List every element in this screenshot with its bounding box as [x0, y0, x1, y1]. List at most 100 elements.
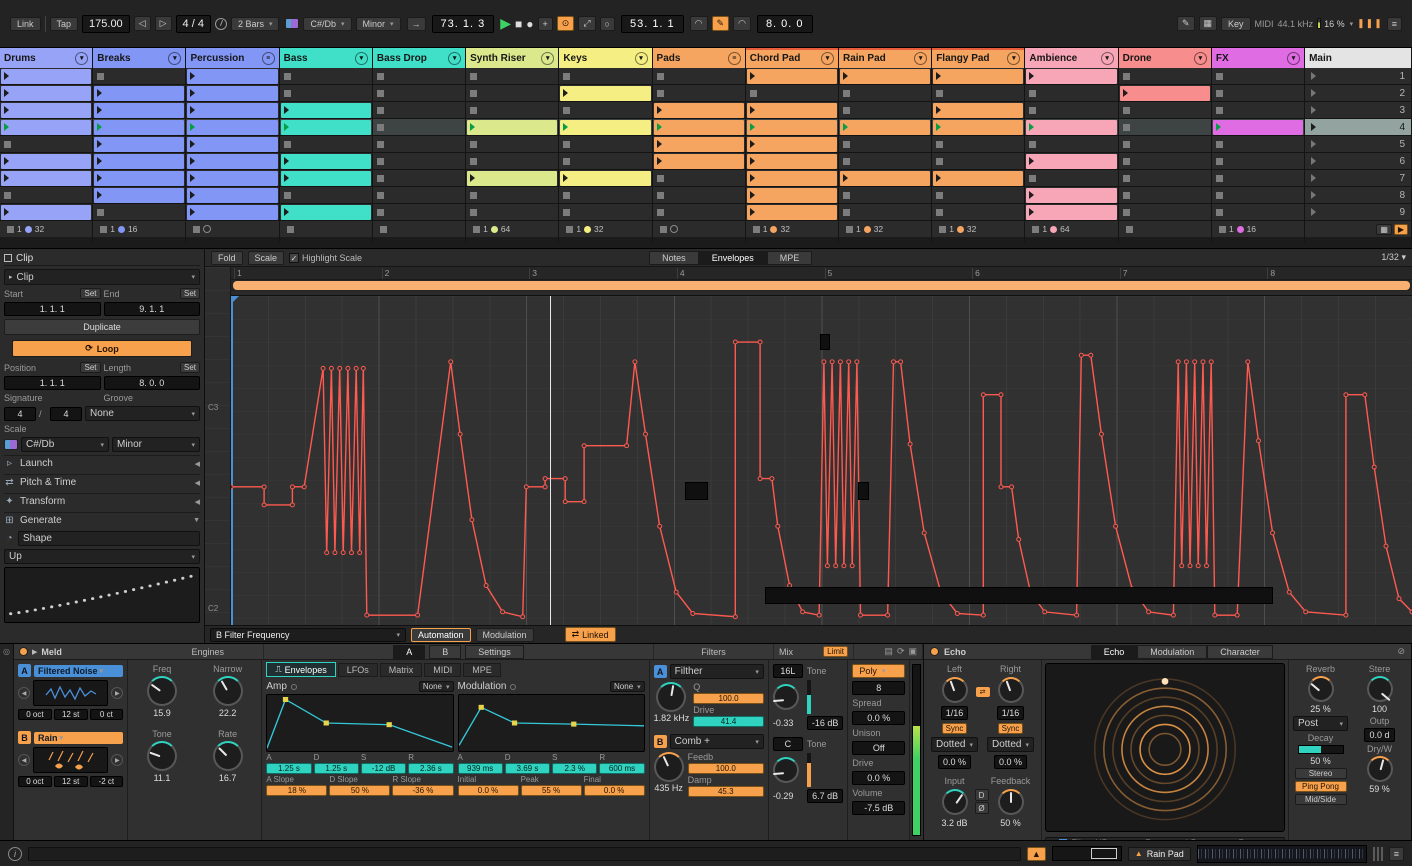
clip-slot[interactable] — [1025, 68, 1118, 85]
poly-mode-selector[interactable]: Poly ▾ — [852, 664, 906, 678]
clip-slot[interactable] — [1118, 85, 1211, 102]
clip-slot[interactable] — [186, 68, 279, 85]
session-clip[interactable] — [746, 170, 837, 186]
clip-slot[interactable] — [372, 85, 466, 102]
track-stop-button[interactable] — [752, 225, 760, 233]
session-clip[interactable] — [187, 68, 278, 84]
session-clip[interactable] — [933, 68, 1024, 84]
phase-invert-button[interactable]: Ø — [974, 802, 989, 814]
track-header[interactable]: Flangy Pad ▾ — [932, 48, 1025, 68]
session-clip[interactable] — [94, 187, 185, 203]
clip-slot[interactable] — [838, 102, 932, 119]
amp-decay-field[interactable]: 1.25 s — [313, 763, 359, 774]
mod-release-field[interactable]: 600 ms — [599, 763, 645, 774]
clip-slot[interactable] — [652, 204, 745, 221]
clip-slot[interactable] — [838, 204, 932, 221]
tab-envelopes[interactable]: Envelopes — [698, 250, 767, 265]
clip-slot[interactable] — [559, 136, 652, 153]
session-clip[interactable] — [746, 187, 837, 203]
session-clip[interactable] — [560, 119, 651, 135]
punch-out-button[interactable]: ◠ — [733, 16, 751, 31]
limit-button[interactable]: Limit — [823, 646, 848, 657]
clip-slot[interactable] — [559, 187, 652, 204]
amp-envelope-graph[interactable] — [266, 694, 454, 752]
chevron-down-icon[interactable]: ▾ — [75, 51, 89, 65]
time-signature-field[interactable]: 4 / 4 — [175, 14, 211, 33]
session-clip[interactable] — [933, 170, 1024, 186]
clip-slot[interactable] — [0, 204, 93, 221]
amp-d-slope-field[interactable]: 50 % — [329, 785, 391, 796]
track-stop-button[interactable] — [566, 225, 574, 233]
mod-peak-field[interactable]: 55 % — [520, 785, 582, 796]
scene-slot[interactable]: 9 — [1305, 204, 1412, 221]
engine-a-semitones[interactable]: 12 st — [53, 709, 88, 720]
tab-mpe[interactable]: MPE — [766, 250, 813, 265]
session-clip[interactable] — [280, 204, 371, 220]
clip-position-field[interactable]: 1. 1. 1 — [4, 376, 101, 390]
chevron-down-icon[interactable]: ▾ — [820, 51, 834, 65]
set-start-button[interactable]: Set — [80, 288, 101, 299]
session-clip[interactable] — [1, 68, 92, 84]
clip-slot[interactable] — [279, 85, 372, 102]
clip-slot[interactable] — [372, 170, 466, 187]
track-header[interactable]: Percussion ≡ — [186, 48, 279, 68]
nudge-up-button[interactable]: ▷ — [154, 16, 172, 31]
punch-in-button[interactable]: ◠ — [689, 16, 708, 31]
play-button[interactable]: ▶ — [500, 15, 511, 32]
track-stop-button[interactable] — [100, 225, 108, 233]
session-clip[interactable] — [1, 102, 92, 118]
clip-slot[interactable] — [186, 170, 279, 187]
clip-slot[interactable] — [93, 102, 186, 119]
track-header-main[interactable]: Main — [1305, 48, 1412, 68]
amp-release-field[interactable]: 2.36 s — [408, 763, 454, 774]
record-button[interactable]: ● — [526, 17, 533, 31]
link-button[interactable]: Link — [10, 16, 41, 31]
clip-slot[interactable] — [466, 204, 559, 221]
device-activator-icon[interactable]: ◎ — [3, 647, 10, 840]
filter-b-badge[interactable]: B — [653, 735, 667, 748]
clip-slot[interactable] — [279, 187, 372, 204]
clip-slot[interactable] — [1025, 85, 1118, 102]
clip-slot[interactable] — [652, 102, 745, 119]
grid-setting-selector[interactable]: 1/32 ▾ — [1381, 252, 1406, 263]
left-sync-mode-selector[interactable]: Dotted ▾ — [931, 737, 978, 752]
clip-name-selector[interactable]: ▸ Clip ▾ — [4, 269, 200, 285]
clip-slot[interactable] — [0, 136, 93, 153]
clip-slot[interactable] — [279, 119, 372, 136]
clip-slot[interactable] — [93, 153, 186, 170]
amp-sustain-field[interactable]: -12 dB — [360, 763, 407, 774]
midi-icon[interactable]: ▤ — [884, 646, 893, 657]
clip-slot[interactable] — [186, 204, 279, 221]
hot-swap-icon[interactable]: ⟳ — [897, 646, 905, 657]
clip-slot[interactable] — [93, 170, 186, 187]
left-delay-knob[interactable] — [941, 677, 968, 703]
nudge-down-button[interactable]: ◁ — [133, 16, 151, 31]
clip-slot[interactable] — [1118, 170, 1211, 187]
session-clip[interactable] — [1, 85, 92, 101]
highlight-scale-checkbox[interactable]: ✓ Highlight Scale — [289, 252, 362, 263]
track-header[interactable]: Drums ▾ — [0, 48, 93, 68]
clip-slot[interactable] — [838, 170, 932, 187]
chevron-down-icon[interactable]: ▾ — [1350, 20, 1354, 28]
session-clip[interactable] — [280, 153, 371, 169]
clip-slot[interactable] — [186, 187, 279, 204]
mod-dot-icon[interactable] — [510, 683, 517, 690]
track-header[interactable]: Pads ≡ — [652, 48, 745, 68]
clip-slot[interactable] — [1118, 153, 1211, 170]
clip-slot[interactable] — [745, 85, 838, 102]
session-clip[interactable] — [1, 204, 92, 220]
clip-slot[interactable] — [0, 85, 93, 102]
clip-slot[interactable] — [1211, 153, 1305, 170]
clip-slot[interactable] — [279, 153, 372, 170]
chevron-down-icon[interactable]: ▾ — [1193, 51, 1207, 65]
engine-a-badge[interactable]: A — [18, 664, 31, 677]
clip-slot[interactable] — [1211, 136, 1305, 153]
track-header[interactable]: Ambience ▾ — [1025, 48, 1118, 68]
clip-slot[interactable] — [466, 136, 559, 153]
track-stop-button[interactable] — [1125, 225, 1133, 233]
dry-wet-knob[interactable] — [1366, 756, 1393, 782]
session-clip[interactable] — [1119, 85, 1210, 101]
set-length-button[interactable]: Set — [179, 362, 200, 373]
clip-slot[interactable] — [652, 153, 745, 170]
signature-numerator-field[interactable]: 4 — [4, 406, 36, 421]
